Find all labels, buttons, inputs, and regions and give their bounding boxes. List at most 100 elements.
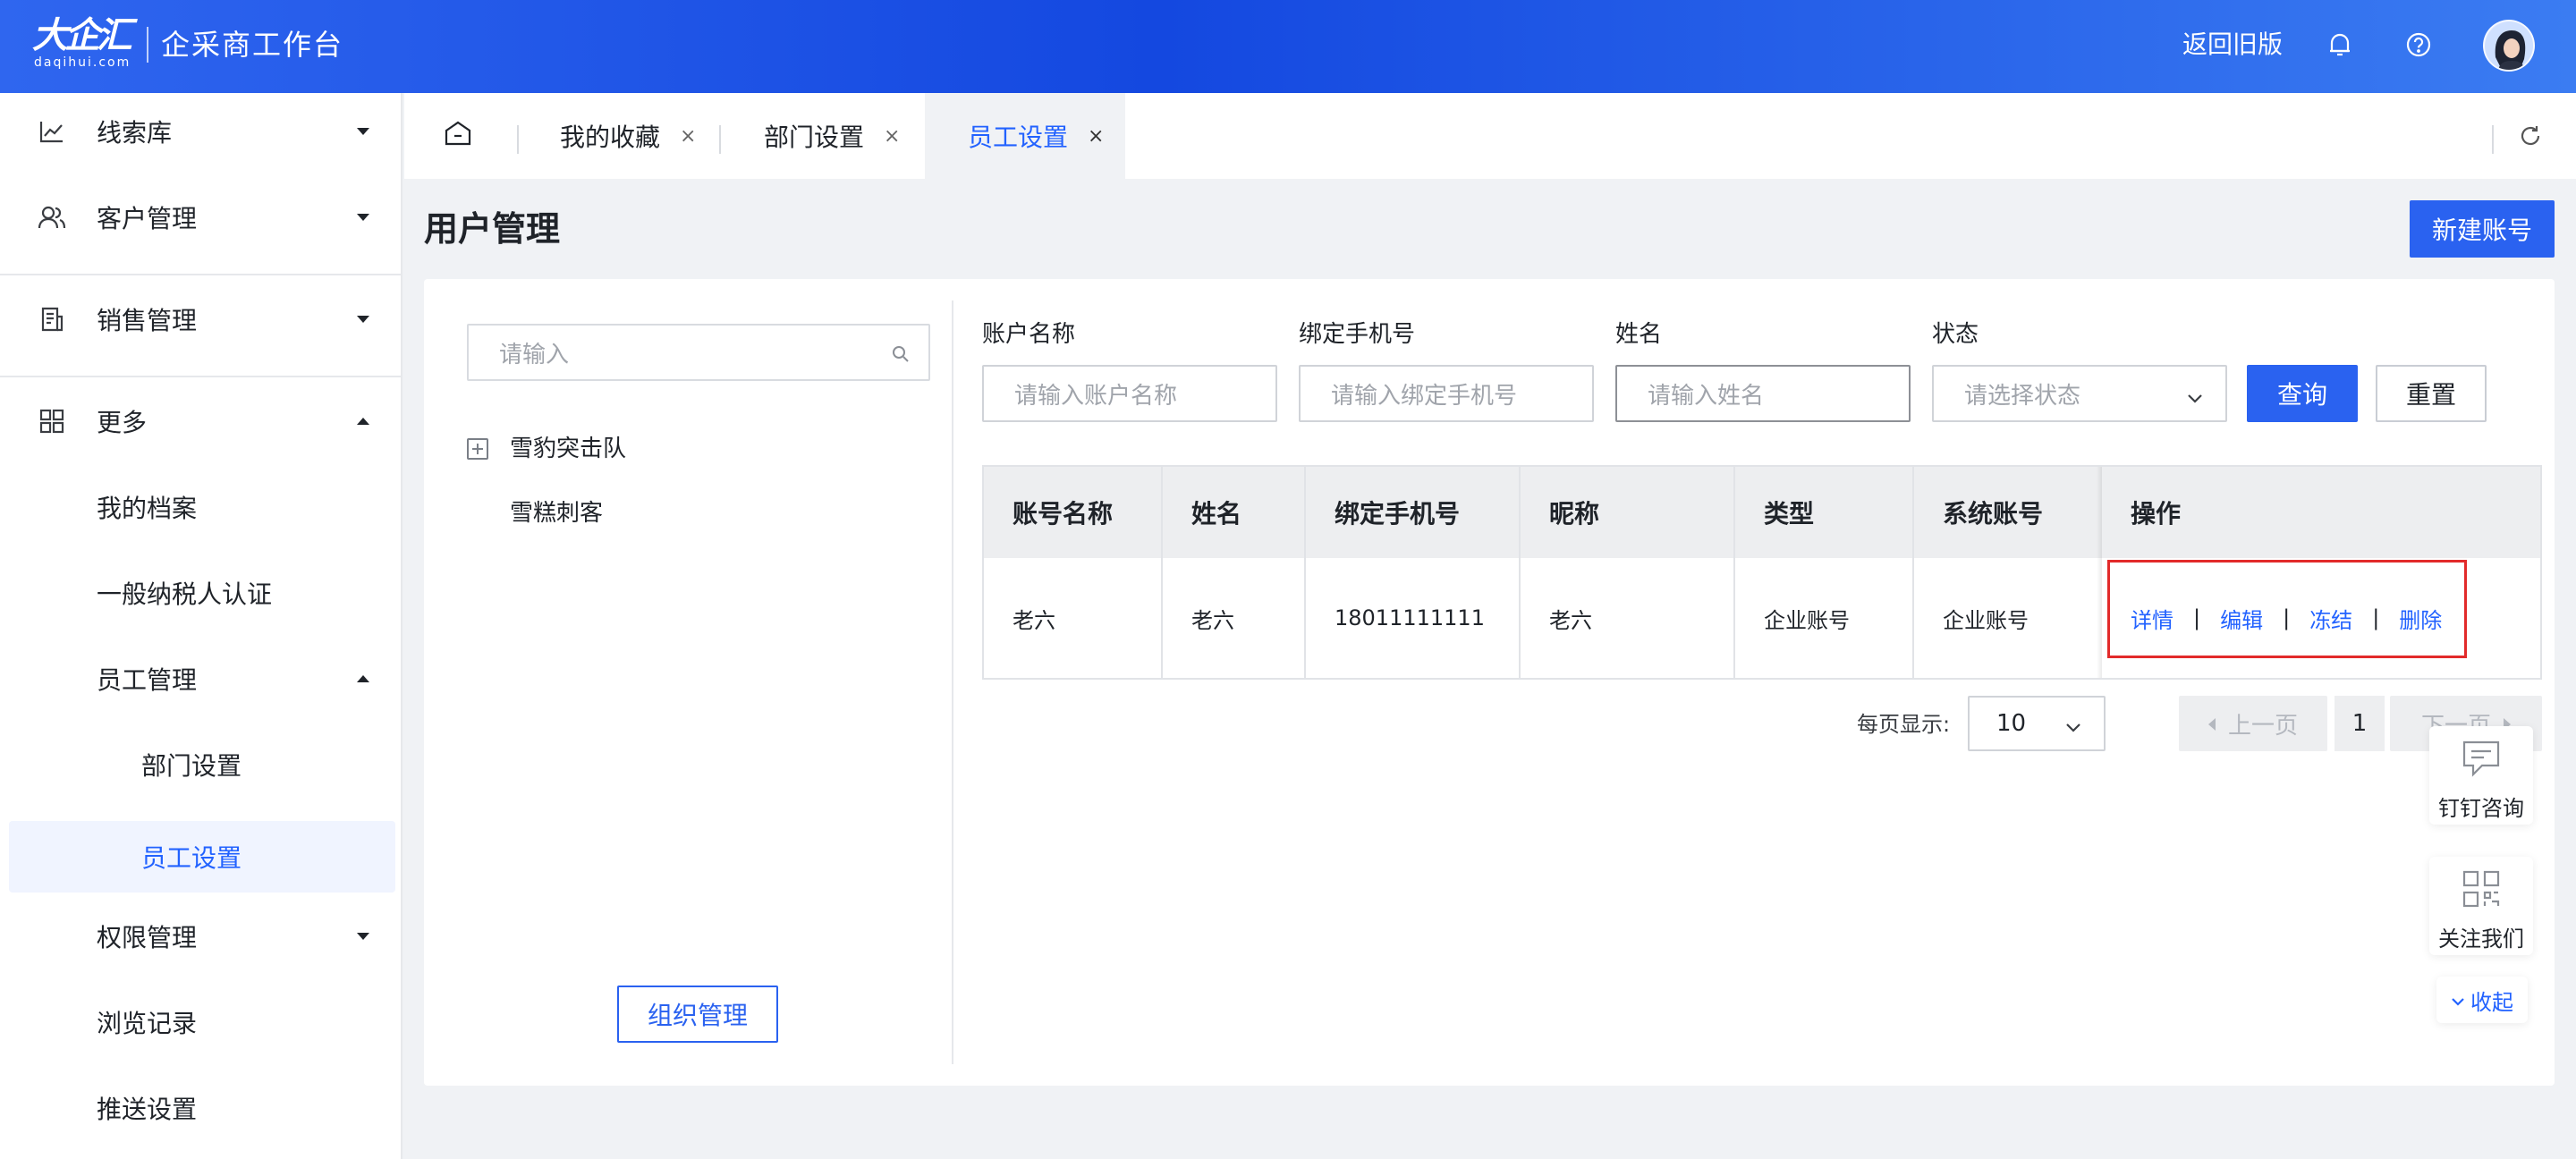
sidebar-item-label: 推送设置 bbox=[97, 1095, 198, 1124]
brand-logo[interactable]: 大企汇 daqihui.com bbox=[32, 15, 132, 73]
tree-search-input[interactable]: 请输入 bbox=[467, 324, 930, 381]
column-header: 系统账号 bbox=[1943, 499, 2044, 529]
close-icon[interactable]: × bbox=[884, 125, 900, 148]
tab-divider bbox=[517, 125, 519, 154]
follow-label: 关注我们 bbox=[2438, 926, 2524, 952]
table-cell: 企业账号 bbox=[1735, 558, 1914, 678]
tab-favorites[interactable]: 我的收藏 × bbox=[560, 93, 696, 179]
caret-up-icon bbox=[354, 412, 372, 430]
column-header: 账号名称 bbox=[984, 467, 1163, 558]
column-header: 绑定手机号 bbox=[1306, 467, 1521, 558]
chevron-down-icon bbox=[2451, 987, 2465, 1012]
tree-node[interactable]: 雪糕刺客 bbox=[510, 497, 603, 529]
sidebar-item-label: 员工管理 bbox=[97, 665, 198, 695]
reset-button[interactable]: 重置 bbox=[2376, 365, 2487, 422]
sidebar-item-department-settings[interactable]: 部门设置 bbox=[0, 726, 401, 803]
table-cell: 老六 bbox=[984, 558, 1163, 678]
prev-label: 上一页 bbox=[2227, 712, 2298, 740]
collapse-label: 收起 bbox=[2470, 989, 2513, 1015]
close-icon[interactable]: × bbox=[680, 125, 696, 148]
caret-up-icon bbox=[354, 670, 372, 688]
status-label: 状态 bbox=[1932, 321, 1979, 348]
qr-code-icon bbox=[2462, 869, 2501, 912]
grid-icon bbox=[36, 405, 68, 437]
sidebar-item-staff-management[interactable]: 员工管理 bbox=[0, 640, 401, 717]
logo-domain: daqihui.com bbox=[34, 55, 131, 70]
sidebar-item-label: 更多 bbox=[97, 408, 148, 437]
tab-label: 部门设置 bbox=[764, 123, 865, 152]
placeholder: 请输入姓名 bbox=[1648, 382, 1765, 410]
sidebar-item-browse-history[interactable]: 浏览记录 bbox=[0, 984, 401, 1061]
sidebar-item-label: 客户管理 bbox=[97, 204, 198, 233]
tab-bar: 我的收藏 × 部门设置 × 员工设置 × bbox=[404, 93, 2576, 179]
sidebar-item-customers[interactable]: 客户管理 bbox=[0, 179, 401, 256]
search-placeholder: 请输入 bbox=[499, 341, 570, 368]
chevron-down-icon bbox=[2186, 386, 2204, 404]
page-size-value: 10 bbox=[1996, 710, 2027, 737]
tab-staff-settings[interactable]: 员工设置 × bbox=[925, 93, 1125, 179]
account-name-input[interactable]: 请输入账户名称 bbox=[982, 365, 1277, 422]
name-input[interactable]: 请输入姓名 bbox=[1615, 365, 1911, 422]
placeholder: 请输入账户名称 bbox=[1014, 382, 1178, 410]
phone-label: 绑定手机号 bbox=[1299, 321, 1416, 348]
sidebar-item-label: 我的档案 bbox=[97, 494, 198, 523]
sidebar: 线索库 客户管理 销售管理 更多 我的档案 一般纳税人认证 员工管理 部门设置 bbox=[0, 93, 402, 1159]
help-icon[interactable] bbox=[2401, 27, 2436, 63]
tree-node[interactable]: 雪豹突击队 bbox=[510, 433, 626, 465]
status-select[interactable]: 请选择状态 bbox=[1932, 365, 2227, 422]
sidebar-item-leads[interactable]: 线索库 bbox=[0, 93, 401, 170]
avatar[interactable] bbox=[2483, 20, 2535, 72]
phone-input[interactable]: 请输入绑定手机号 bbox=[1299, 365, 1594, 422]
follow-us-button[interactable]: 关注我们 bbox=[2429, 857, 2533, 955]
column-header: 姓名 bbox=[1163, 467, 1306, 558]
table-header-row: 账号名称 姓名 绑定手机号 昵称 类型 系统账号 操作 bbox=[984, 467, 2540, 558]
consult-label: 钉钉咨询 bbox=[2438, 796, 2524, 821]
tab-label: 员工设置 bbox=[968, 123, 1069, 152]
dingtalk-consult-button[interactable]: 钉钉咨询 bbox=[2429, 726, 2533, 825]
sidebar-item-label: 一般纳税人认证 bbox=[97, 580, 273, 609]
refresh-icon[interactable] bbox=[2519, 93, 2542, 179]
tab-label: 我的收藏 bbox=[560, 123, 661, 152]
document-icon bbox=[36, 303, 68, 335]
top-header: 大企汇 daqihui.com 企采商工作台 返回旧版 bbox=[0, 0, 2576, 93]
caret-down-icon bbox=[354, 123, 372, 140]
sidebar-item-more[interactable]: 更多 bbox=[0, 383, 401, 460]
page-size-select[interactable]: 10 bbox=[1968, 696, 2106, 751]
sidebar-item-sales[interactable]: 销售管理 bbox=[0, 281, 401, 358]
org-management-button[interactable]: 组织管理 bbox=[617, 986, 778, 1043]
table-cell: 企业账号 bbox=[1943, 607, 2029, 633]
page-number-current[interactable]: 1 bbox=[2334, 696, 2385, 751]
sidebar-item-permissions[interactable]: 权限管理 bbox=[0, 898, 401, 975]
users-icon bbox=[36, 201, 68, 233]
collapse-button[interactable]: 收起 bbox=[2436, 977, 2528, 1023]
sidebar-item-staff-settings[interactable]: 员工设置 bbox=[9, 821, 395, 893]
logo-text: 大企汇 bbox=[32, 15, 132, 56]
sidebar-item-my-profile[interactable]: 我的档案 bbox=[0, 469, 401, 546]
placeholder: 请选择状态 bbox=[1964, 382, 2081, 410]
sidebar-item-taxpayer-cert[interactable]: 一般纳税人认证 bbox=[0, 554, 401, 631]
home-icon bbox=[444, 120, 472, 153]
sidebar-divider bbox=[0, 274, 401, 275]
tab-department-settings[interactable]: 部门设置 × bbox=[764, 93, 900, 179]
chart-icon bbox=[36, 115, 68, 148]
search-icon[interactable] bbox=[891, 343, 912, 365]
back-to-old-version-link[interactable]: 返回旧版 bbox=[2182, 25, 2283, 64]
home-tab[interactable] bbox=[444, 93, 485, 179]
new-account-button[interactable]: 新建账号 bbox=[2410, 200, 2555, 258]
sidebar-item-label: 销售管理 bbox=[97, 306, 198, 335]
bell-icon[interactable] bbox=[2322, 27, 2358, 63]
column-header: 操作 bbox=[2131, 499, 2182, 529]
sidebar-item-label: 线索库 bbox=[97, 118, 173, 148]
prev-page-button[interactable]: 上一页 bbox=[2179, 696, 2327, 751]
close-icon[interactable]: × bbox=[1088, 125, 1104, 148]
table-cell: 18011111111 bbox=[1306, 558, 1521, 678]
query-button[interactable]: 查询 bbox=[2247, 365, 2358, 422]
expand-icon[interactable] bbox=[467, 438, 488, 460]
caret-down-icon bbox=[354, 310, 372, 328]
sidebar-item-label: 员工设置 bbox=[141, 843, 242, 873]
app-title: 企采商工作台 bbox=[161, 28, 344, 62]
sidebar-item-push-settings[interactable]: 推送设置 bbox=[0, 1070, 401, 1146]
table-cell: 老六 bbox=[1163, 558, 1306, 678]
fixed-column-shadow bbox=[2097, 467, 2102, 678]
chevron-down-icon bbox=[2064, 715, 2082, 742]
